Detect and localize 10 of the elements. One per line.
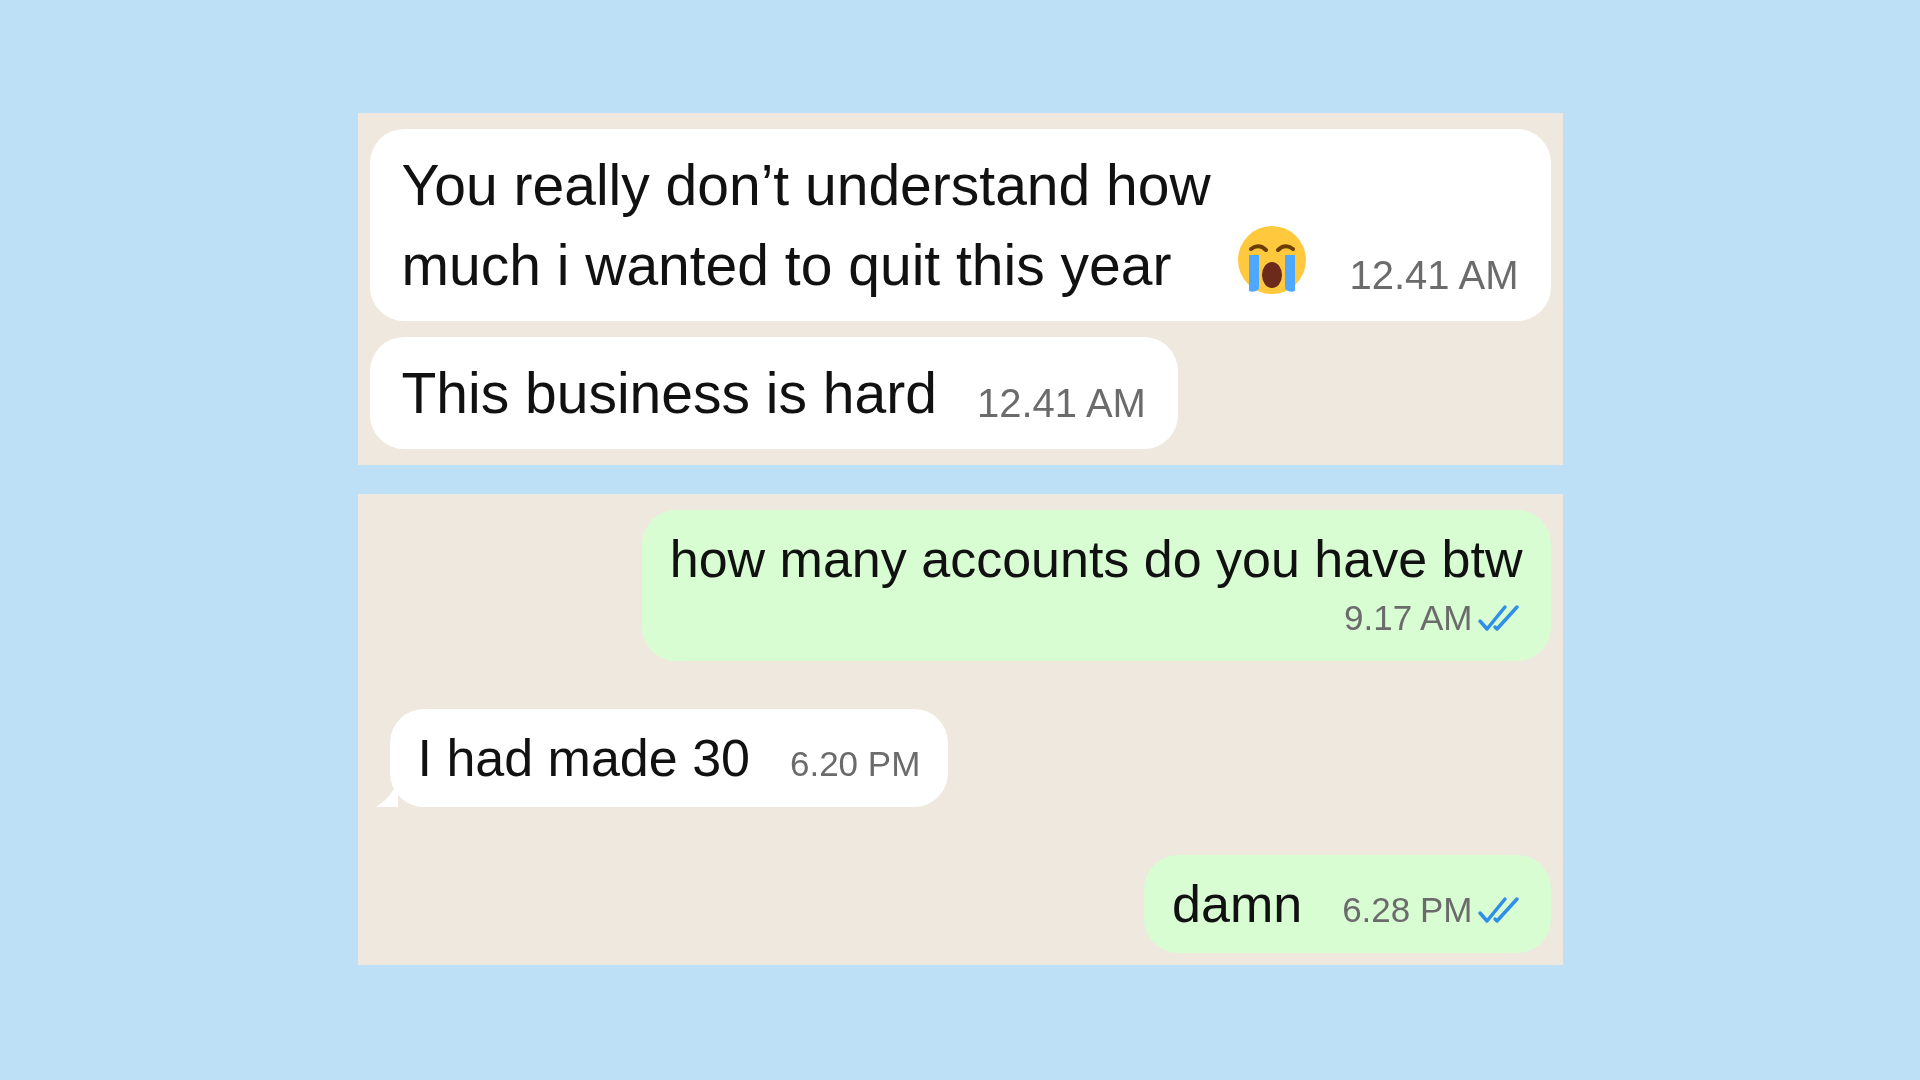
message-time: 6.28 PM	[1342, 889, 1473, 931]
message-text: You really don’t understand how much i wanted to quit this year	[401, 152, 1212, 299]
message-text: This business is hard	[401, 360, 937, 427]
message-text: I had made 30	[417, 727, 750, 789]
message-time: 6.20 PM	[789, 743, 921, 785]
message-time: 9.17 AM	[1344, 597, 1473, 639]
message-time: 12.41 AM	[976, 380, 1146, 427]
message-text: how many accounts do you have btw	[669, 529, 1523, 590]
message-time: 12.41 AM	[1349, 252, 1519, 299]
message-text: damn	[1172, 873, 1303, 935]
